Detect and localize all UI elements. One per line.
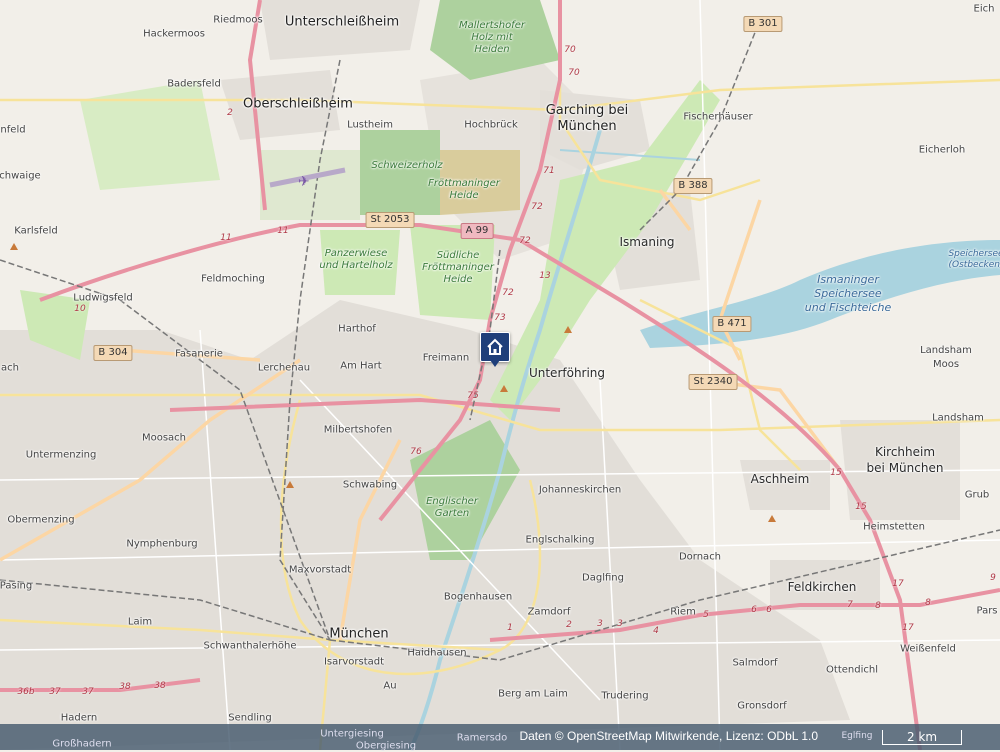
route-number: 37 [49, 687, 61, 697]
route-number: 17 [892, 579, 904, 589]
route-number: 13 [539, 271, 551, 281]
route-number: 4 [653, 626, 659, 636]
route-number: 3 [617, 619, 623, 629]
route-number: 11 [277, 226, 289, 236]
airport-icon: ✈ [298, 174, 310, 190]
route-number: 38 [119, 682, 131, 692]
park-west [80, 80, 220, 190]
route-number: 76 [410, 447, 422, 457]
route-number: 5 [703, 610, 709, 620]
park-schweizerholz [360, 130, 440, 215]
route-number: 7 [847, 600, 853, 610]
route-number: 3 [597, 619, 603, 629]
urban-area-aschheim [740, 460, 830, 510]
shield-b304: B 304 [93, 345, 133, 361]
route-number: 17 [902, 623, 914, 633]
route-number: 70 [564, 45, 576, 55]
route-number: 8 [875, 601, 881, 611]
urban-area-unterschleissheim [260, 0, 420, 60]
shield-b471: B 471 [712, 316, 752, 332]
label-grosshadern: Großhadern [52, 738, 112, 750]
route-number: 2 [566, 620, 572, 630]
route-number: 2 [227, 108, 233, 118]
label-ramersdorf: Ramersdo [456, 732, 508, 744]
route-number: 9 [990, 573, 996, 583]
route-number: 11 [220, 233, 232, 243]
shield-a99: A 99 [460, 223, 494, 239]
map-canvas[interactable]: ✈ [0, 0, 1000, 750]
attribution-bar: Eglfing Großhadern Untergiesing Ramersdo… [0, 724, 1000, 752]
route-number: 70 [568, 68, 580, 78]
label-egling: Eglfing [841, 731, 873, 741]
urban-area-oberschleissheim [220, 70, 340, 140]
route-number: 72 [502, 288, 514, 298]
route-number: 71 [543, 166, 555, 176]
route-number: 73 [494, 313, 506, 323]
scale-bar: 2 km [882, 730, 962, 745]
route-number: 15 [830, 468, 842, 478]
label-untergiesing: Untergiesing [320, 728, 384, 740]
route-number: 10 [74, 304, 86, 314]
route-number: 15 [855, 502, 867, 512]
route-number: 1 [507, 623, 513, 633]
shield-b301: B 301 [743, 16, 783, 32]
park-panzerwiese [320, 230, 400, 295]
marker-pointer [490, 360, 500, 367]
home-icon [487, 338, 503, 355]
route-number: 72 [519, 236, 531, 246]
home-marker[interactable] [480, 332, 510, 362]
route-number: 38 [154, 681, 166, 691]
route-number: 6 [751, 605, 757, 615]
route-number: 8 [925, 598, 931, 608]
park-suedliche-heide [410, 225, 495, 320]
route-number: 72 [531, 202, 543, 212]
shield-b388: B 388 [673, 178, 713, 194]
route-number: 37 [82, 687, 94, 697]
park-froettmaninger-heide [440, 150, 520, 215]
shield-st2053: St 2053 [365, 212, 415, 228]
attribution-text[interactable]: Daten © OpenStreetMap Mitwirkende, Lizen… [519, 729, 818, 743]
urban-area-feldkirchen [770, 560, 880, 610]
route-number: 36b [17, 687, 35, 697]
route-number: 6 [766, 605, 772, 615]
route-number: 75 [467, 391, 479, 401]
shield-st2340: St 2340 [688, 374, 738, 390]
